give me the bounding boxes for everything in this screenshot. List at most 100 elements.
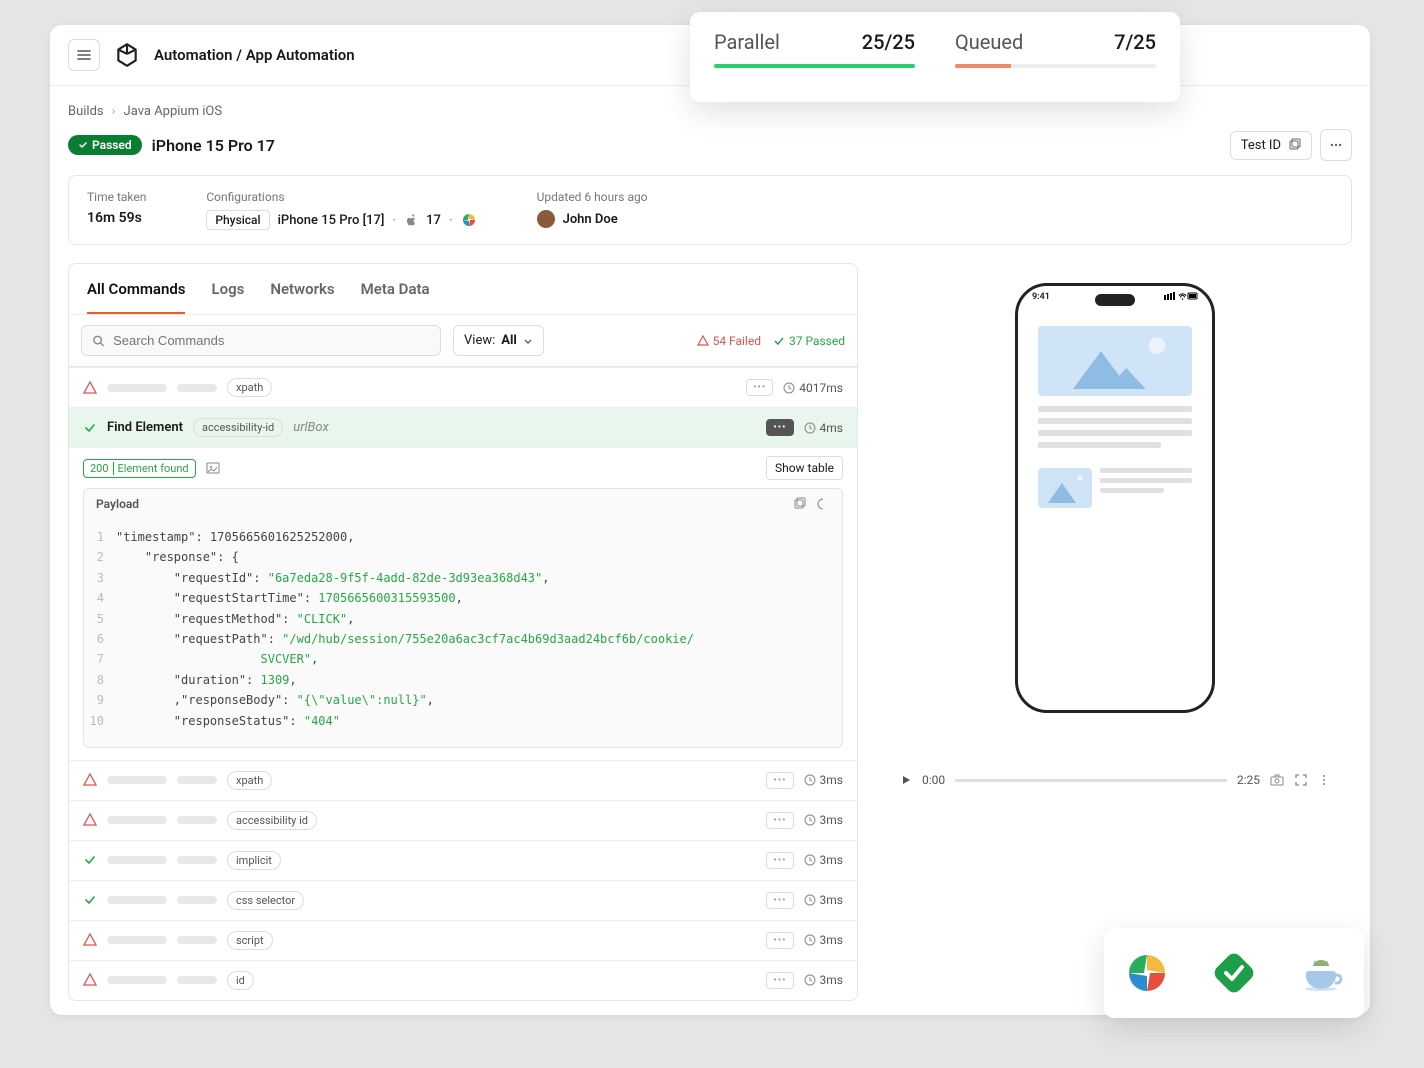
row-more[interactable]: ••• bbox=[766, 972, 793, 989]
selector-tag: xpath bbox=[227, 771, 272, 790]
apple-icon bbox=[404, 213, 418, 227]
command-row[interactable]: xpath ••• 4017ms bbox=[69, 367, 857, 407]
user-name: John Doe bbox=[563, 212, 618, 227]
search-input[interactable] bbox=[81, 325, 441, 356]
selector-tag: id bbox=[227, 971, 254, 990]
image-icon[interactable] bbox=[206, 461, 220, 475]
duration: 3ms bbox=[804, 933, 843, 947]
selector-tag: xpath bbox=[227, 378, 272, 397]
fullscreen-icon[interactable] bbox=[1294, 773, 1308, 787]
command-detail-bar: 200Element found Show table bbox=[69, 447, 857, 488]
selector-tag: accessibility id bbox=[227, 811, 317, 830]
chevron-down-icon bbox=[523, 336, 533, 346]
tab-networks[interactable]: Networks bbox=[270, 264, 334, 314]
selector-tag: script bbox=[227, 931, 273, 950]
avatar bbox=[537, 210, 555, 228]
row-more[interactable]: ••• bbox=[766, 812, 793, 829]
command-label: Find Element bbox=[107, 420, 183, 435]
check-icon bbox=[773, 335, 785, 347]
clock-icon bbox=[783, 382, 795, 394]
theme-icon[interactable] bbox=[816, 497, 830, 511]
duration: 3ms bbox=[804, 973, 843, 987]
row-more[interactable]: ••• bbox=[766, 772, 793, 789]
duration: 3ms bbox=[804, 853, 843, 867]
command-row[interactable]: accessibility id•••3ms bbox=[69, 800, 857, 840]
code-block: 1"timestamp": 1705665601625252000,2 "res… bbox=[84, 519, 842, 747]
logo-icon bbox=[112, 40, 142, 70]
command-row[interactable]: id ••• 3ms bbox=[69, 960, 857, 1000]
queued-value: 7/25 bbox=[1114, 30, 1156, 54]
selector-tag: implicit bbox=[227, 851, 281, 870]
player-total: 2:25 bbox=[1237, 773, 1260, 787]
warning-icon bbox=[83, 813, 97, 827]
clock-icon bbox=[804, 934, 816, 946]
menu-button[interactable] bbox=[68, 39, 100, 71]
test-id-button[interactable]: Test ID bbox=[1230, 131, 1312, 160]
config-chip: Physical bbox=[206, 210, 269, 230]
tab-logs[interactable]: Logs bbox=[211, 264, 244, 314]
camera-icon[interactable] bbox=[1270, 773, 1284, 787]
more-button[interactable] bbox=[1320, 129, 1352, 161]
parallel-value: 25/25 bbox=[862, 30, 915, 54]
more-icon[interactable] bbox=[1318, 774, 1330, 786]
row-more[interactable]: ••• bbox=[766, 932, 793, 949]
passed-count: 37 Passed bbox=[773, 334, 845, 348]
command-row[interactable]: xpath ••• 3ms bbox=[69, 760, 857, 800]
failed-count: 54 Failed bbox=[697, 334, 761, 348]
selector-type: accessibility-id bbox=[193, 418, 283, 437]
placeholder-image bbox=[1038, 326, 1192, 396]
status-pill: 200Element found bbox=[83, 459, 196, 478]
parallel-label: Parallel bbox=[714, 30, 780, 54]
queued-label: Queued bbox=[955, 30, 1023, 54]
breadcrumb: Builds › Java Appium iOS bbox=[68, 104, 1352, 119]
hamburger-icon bbox=[76, 47, 92, 63]
tab-all-commands[interactable]: All Commands bbox=[87, 264, 185, 314]
tab-metadata[interactable]: Meta Data bbox=[361, 264, 430, 314]
config-label: Configurations bbox=[206, 190, 476, 204]
session-title: iPhone 15 Pro 17 bbox=[152, 136, 275, 155]
check-icon bbox=[83, 421, 97, 435]
config-os: 17 bbox=[426, 213, 441, 228]
stats-card: Parallel 25/25 Queued 7/25 bbox=[690, 12, 1180, 102]
chevron-right-icon: › bbox=[112, 104, 116, 119]
duration: 3ms bbox=[804, 773, 843, 787]
payload-box: Payload 1"timestamp": 170566560162525200… bbox=[83, 488, 843, 748]
clock-icon bbox=[804, 854, 816, 866]
warning-icon bbox=[83, 973, 97, 987]
check-icon bbox=[83, 853, 97, 867]
command-row[interactable]: implicit ••• 3ms bbox=[69, 840, 857, 880]
command-row-expanded[interactable]: Find Element accessibility-id urlBox •••… bbox=[69, 407, 857, 447]
tabs: All Commands Logs Networks Meta Data bbox=[69, 264, 857, 315]
command-row[interactable]: css selector•••3ms bbox=[69, 880, 857, 920]
video-player: 0:00 2:25 bbox=[900, 773, 1330, 787]
time-taken-value: 16m 59s bbox=[87, 210, 146, 226]
selector-value: urlBox bbox=[293, 420, 328, 435]
appium-icon bbox=[1125, 951, 1169, 995]
row-more[interactable]: ••• bbox=[766, 419, 793, 436]
command-row[interactable]: script ••• 3ms bbox=[69, 920, 857, 960]
check-badge-icon bbox=[1212, 951, 1256, 995]
player-track[interactable] bbox=[955, 779, 1227, 782]
row-more[interactable]: ••• bbox=[766, 892, 793, 909]
duration: 4017ms bbox=[783, 381, 843, 395]
row-more[interactable]: ••• bbox=[766, 852, 793, 869]
copy-icon[interactable] bbox=[792, 497, 806, 511]
clock-icon bbox=[804, 974, 816, 986]
play-icon[interactable] bbox=[900, 774, 912, 786]
breadcrumb-current: Java Appium iOS bbox=[124, 104, 223, 119]
frameworks-card bbox=[1104, 928, 1364, 1018]
placeholder-image bbox=[1038, 468, 1092, 508]
duration: 3ms bbox=[804, 893, 843, 907]
status-badge: Passed bbox=[68, 135, 142, 155]
warning-icon bbox=[83, 381, 97, 395]
breadcrumb-root[interactable]: Builds bbox=[68, 104, 104, 119]
clock-icon bbox=[804, 774, 816, 786]
warning-icon bbox=[697, 335, 709, 347]
search-icon bbox=[92, 334, 105, 348]
clock-icon bbox=[804, 422, 816, 434]
view-dropdown[interactable]: View: All bbox=[453, 325, 544, 356]
show-table-button[interactable]: Show table bbox=[766, 456, 843, 480]
clock-icon bbox=[804, 814, 816, 826]
row-more[interactable]: ••• bbox=[746, 379, 773, 396]
device-preview: 9:41 bbox=[1015, 283, 1215, 713]
